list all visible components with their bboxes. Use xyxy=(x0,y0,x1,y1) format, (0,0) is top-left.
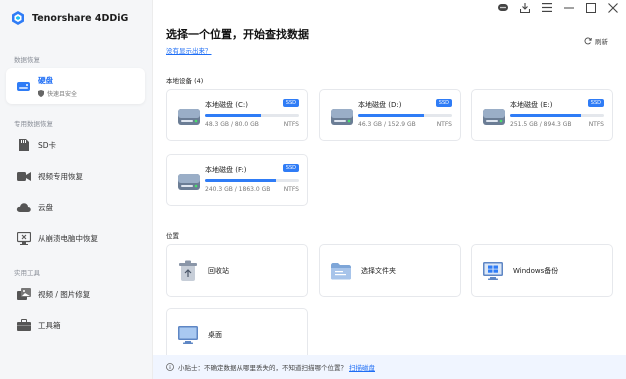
location-windows-backup[interactable]: Windows备份 xyxy=(471,244,613,297)
sidebar-item-toolbox[interactable]: 工具箱 xyxy=(0,310,153,340)
sidebar-item-label: 视频专用恢复 xyxy=(38,171,83,181)
toolbox-icon xyxy=(16,318,31,333)
drive-card-d[interactable]: 本地磁盘 (D:) SSD 46.3 GB / 152.9 GB NTFS xyxy=(319,89,461,141)
ssd-badge: SSD xyxy=(282,164,299,172)
refresh-button[interactable]: 刷新 xyxy=(584,36,608,46)
drive-usage-fill xyxy=(510,114,581,117)
drive-usage-bar xyxy=(205,179,299,182)
minimize-icon[interactable] xyxy=(563,2,574,13)
drive-size: 48.3 GB / 80.0 GB xyxy=(205,121,259,128)
shield-icon xyxy=(38,89,44,97)
help-link[interactable]: 没有显示出来？ xyxy=(166,45,212,55)
cloud-icon xyxy=(16,200,31,215)
drive-filesystem: NTFS xyxy=(436,121,452,128)
hard-drive-icon xyxy=(16,79,31,94)
drive-usage-fill xyxy=(205,114,262,117)
main-panel: 选择一个位置，开始查找数据 没有显示出来？ 刷新 本地设备 (4) 本地磁盘 (… xyxy=(153,0,626,379)
windows-backup-icon xyxy=(482,260,504,282)
hard-drive-icon xyxy=(178,174,200,190)
sidebar-item-video-recovery[interactable]: 视频专用恢复 xyxy=(0,161,153,191)
drive-card-f[interactable]: 本地磁盘 (F:) SSD 240.3 GB / 1863.0 GB NTFS xyxy=(166,154,308,206)
sidebar-item-subtitle: 快速且安全 xyxy=(38,89,77,98)
section-tools: 实用工具 xyxy=(14,269,40,277)
sidebar-item-crashed-pc[interactable]: 从崩溃电脑中恢复 xyxy=(0,223,153,253)
drive-usage-bar xyxy=(205,114,299,117)
sidebar-item-label: 从崩溃电脑中恢复 xyxy=(38,233,98,243)
location-label: Windows备份 xyxy=(513,266,559,275)
location-label: 回收站 xyxy=(208,266,229,275)
drive-filesystem: NTFS xyxy=(588,121,604,128)
maximize-icon[interactable] xyxy=(585,2,596,13)
drive-name: 本地磁盘 (C:) xyxy=(205,101,248,109)
video-icon xyxy=(16,169,31,184)
drive-usage-bar xyxy=(358,114,452,117)
tip-text: 小贴士：不确定数据从哪里丢失的，不知道扫描哪个位置？ xyxy=(178,364,347,372)
menu-icon[interactable] xyxy=(541,2,552,13)
hard-drive-icon xyxy=(331,109,353,125)
sidebar-item-label: 云盘 xyxy=(38,202,53,212)
ssd-badge: SSD xyxy=(282,99,299,107)
sidebar-item-hard-drive[interactable]: 硬盘 快速且安全 xyxy=(6,68,145,104)
drive-size: 240.3 GB / 1863.0 GB xyxy=(205,186,271,193)
location-recycle-bin[interactable]: 回收站 xyxy=(166,244,308,297)
locations-label: 位置 xyxy=(166,232,179,240)
drive-usage-fill xyxy=(358,114,424,117)
local-devices-label: 本地设备 (4) xyxy=(166,77,204,85)
desktop-icon xyxy=(177,324,199,346)
section-special-recovery: 专用数据恢复 xyxy=(14,120,53,128)
sidebar-item-cloud[interactable]: 云盘 xyxy=(0,192,153,222)
page-title: 选择一个位置，开始查找数据 xyxy=(166,28,309,41)
drive-filesystem: NTFS xyxy=(283,121,299,128)
sidebar-item-photo-repair[interactable]: 视频 / 图片修复 xyxy=(0,279,153,309)
sidebar-item-label: 视频 / 图片修复 xyxy=(38,289,91,299)
section-data-recovery: 数据恢复 xyxy=(14,56,40,64)
drive-usage-fill xyxy=(205,179,276,182)
tip-bar: 小贴士：不确定数据从哪里丢失的，不知道扫描哪个位置？ 扫描磁盘 xyxy=(153,355,626,379)
sidebar-item-label: 工具箱 xyxy=(38,320,61,330)
drive-card-c[interactable]: 本地磁盘 (C:) SSD 48.3 GB / 80.0 GB NTFS xyxy=(166,89,308,141)
recycle-bin-icon xyxy=(177,260,199,282)
sidebar-item-sub-label: 快速且安全 xyxy=(47,90,78,98)
download-icon[interactable] xyxy=(519,2,530,13)
scan-disk-link[interactable]: 扫描磁盘 xyxy=(349,362,375,372)
info-icon xyxy=(166,363,174,371)
drive-size: 46.3 GB / 152.9 GB xyxy=(358,121,416,128)
brand: Tenorshare 4DDiG xyxy=(10,10,128,26)
drive-name: 本地磁盘 (F:) xyxy=(205,166,247,174)
refresh-icon xyxy=(584,37,592,45)
drive-name: 本地磁盘 (D:) xyxy=(358,101,402,109)
drive-usage-bar xyxy=(510,114,604,117)
sd-card-icon xyxy=(16,138,31,153)
sidebar: Tenorshare 4DDiG 数据恢复 硬盘 快速且安全 专用数据恢复 SD… xyxy=(0,0,153,379)
photo-repair-icon xyxy=(16,287,31,302)
ssd-badge: SSD xyxy=(435,99,452,107)
location-label: 选择文件夹 xyxy=(361,266,396,275)
feedback-icon[interactable] xyxy=(497,2,508,13)
drive-name: 本地磁盘 (E:) xyxy=(510,101,553,109)
location-desktop[interactable]: 桌面 xyxy=(166,308,308,361)
drive-card-e[interactable]: 本地磁盘 (E:) SSD 251.5 GB / 894.3 GB NTFS xyxy=(471,89,613,141)
window-controls xyxy=(497,2,618,13)
hard-drive-icon xyxy=(178,109,200,125)
close-icon[interactable] xyxy=(607,2,618,13)
app-name: Tenorshare 4DDiG xyxy=(32,12,129,24)
sidebar-item-label: 硬盘 xyxy=(38,75,53,85)
ssd-badge: SSD xyxy=(587,99,604,107)
hard-drive-icon xyxy=(483,109,505,125)
crashed-pc-icon xyxy=(16,231,31,246)
refresh-label: 刷新 xyxy=(595,38,608,46)
sidebar-item-sd-card[interactable]: SD卡 xyxy=(0,130,153,160)
location-select-folder[interactable]: 选择文件夹 xyxy=(319,244,461,297)
drive-filesystem: NTFS xyxy=(283,186,299,193)
location-label: 桌面 xyxy=(208,330,222,339)
drive-size: 251.5 GB / 894.3 GB xyxy=(510,121,572,128)
app-logo-icon xyxy=(12,11,24,25)
folder-icon xyxy=(330,260,352,282)
sidebar-item-label: SD卡 xyxy=(38,140,57,150)
